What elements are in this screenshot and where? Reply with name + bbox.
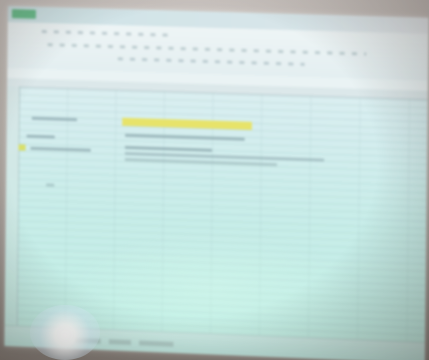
selected-cell-marker [18,144,25,150]
app-icon [12,9,36,19]
cell-text [46,183,54,186]
ribbon-button-row [118,57,305,66]
projector-hotspot [60,230,360,350]
ribbon-button-row [48,43,367,55]
photo [0,0,429,360]
ribbon-tab-row [42,30,173,37]
light-glare [30,305,100,360]
